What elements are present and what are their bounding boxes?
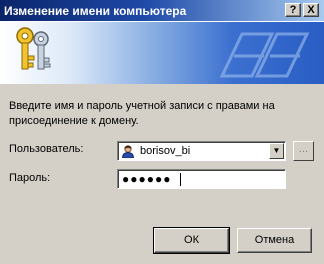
user-label: Пользователь: xyxy=(9,143,84,155)
user-icon xyxy=(122,145,134,158)
window-title: Изменение имени компьютера xyxy=(4,4,187,18)
keys-icon xyxy=(16,27,51,70)
dialog-banner xyxy=(0,22,324,84)
password-label: Пароль: xyxy=(9,172,51,184)
ok-button[interactable]: ОК xyxy=(153,227,230,254)
watermark-shape xyxy=(219,32,310,78)
help-button[interactable]: ? xyxy=(285,3,301,17)
cancel-button[interactable]: Отмена xyxy=(237,228,312,253)
password-value: ●●●●●● xyxy=(122,172,172,186)
chevron-down-icon[interactable]: ▼ xyxy=(269,143,284,159)
user-value: borisov_bi xyxy=(140,145,191,157)
close-button[interactable]: X xyxy=(303,3,319,17)
password-field[interactable]: ●●●●●● xyxy=(117,169,286,189)
title-bar[interactable]: Изменение имени компьютера ? X xyxy=(0,0,324,22)
browse-button[interactable]: ... xyxy=(293,141,314,161)
user-combobox[interactable]: borisov_bi ▼ xyxy=(117,141,286,161)
instruction-text: Введите имя и пароль учетной записи с пр… xyxy=(9,100,275,127)
text-caret xyxy=(180,173,181,186)
